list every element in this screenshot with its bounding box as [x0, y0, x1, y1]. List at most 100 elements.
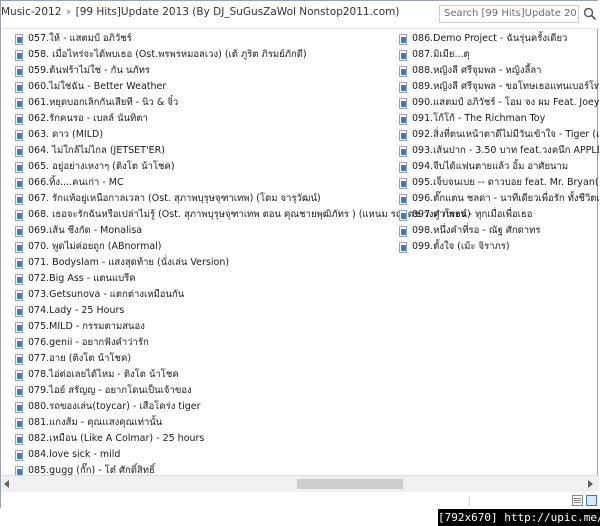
audio-file-icon — [15, 209, 24, 221]
file-name: 086.Demo Project - ฉันรุ่นครั้งเดียว — [412, 33, 568, 44]
file-item[interactable]: 072.Big Ass - แตนแบรีค — [15, 271, 136, 287]
file-item[interactable]: 065. อยู่อย่างเหงาๆ (ติงโต น้าโชค) — [15, 159, 175, 175]
file-item[interactable]: 062.รักคนรอ - เบลล์ นันทิตา — [15, 111, 148, 127]
audio-file-icon — [15, 193, 24, 205]
scroll-left-arrow-icon[interactable] — [4, 480, 9, 488]
search-input[interactable]: Search [99 Hits]Update 2013 (By DJ_SuGus… — [439, 5, 579, 23]
status-bar — [1, 492, 599, 509]
audio-file-icon — [15, 129, 24, 141]
file-item[interactable]: 094.จีบได้แฟนตายแล้ว อิ้ม อาศัยนาม — [399, 159, 568, 175]
file-name: 097.ตู๋ ภพธร - ทุกเมื่อเพื่อเธอ — [412, 209, 533, 220]
scroll-right-arrow-icon[interactable] — [588, 480, 593, 488]
file-item[interactable]: 087.มิเมีย...ตุ — [399, 47, 470, 63]
file-item[interactable]: 081.แกงส้ม - คุณเเสงคุณเท่านั้น — [15, 415, 162, 431]
file-item[interactable]: 082.เหมือน (Like A Colmar) - 25 hours — [15, 431, 204, 447]
audio-file-icon — [399, 97, 408, 109]
file-item[interactable]: 059.ต้นฟร้าไม่ใช่ - กัน นภัทร — [15, 63, 150, 79]
file-item[interactable]: 088.หญิงลี ศรีจุมพล - หญิงลี้ลา — [399, 63, 541, 79]
file-name: 060.ไม่ใช่ฉัน - Better Weather — [28, 81, 167, 92]
audio-file-icon — [15, 273, 24, 285]
file-item[interactable]: 091.โก้โก้ - The Richman Toy — [399, 111, 545, 127]
file-item[interactable]: 089.หญิงลี ศรีจุมพล - ขอโทษเธอแทนเบอร์โท… — [399, 79, 599, 95]
audio-file-icon — [15, 97, 24, 109]
file-item[interactable]: 058. เมื่อไหร่จะได้พบเธอ (Ost.พรพรหมอลเว… — [15, 47, 307, 63]
audio-file-icon — [399, 49, 408, 61]
audio-file-icon — [15, 65, 24, 77]
breadcrumb-item-music-2012[interactable]: Music-2012 — [1, 6, 61, 18]
large-icons-view-icon[interactable] — [586, 495, 597, 506]
audio-file-icon — [15, 161, 24, 173]
horizontal-scrollbar[interactable] — [1, 475, 599, 493]
search-icon[interactable] — [583, 7, 597, 21]
scrollbar-thumb[interactable] — [297, 479, 403, 489]
file-item[interactable]: 063. ดาว (MILD) — [15, 127, 103, 143]
audio-file-icon — [399, 225, 408, 237]
file-item[interactable]: 064. ไม่ใกล้ไม่ไกล (JETSET'ER) — [15, 143, 165, 159]
file-item[interactable]: 093.เส้นปาก - 3.50 บาท feat.วงคนึก APPLE… — [399, 143, 599, 159]
file-name: 063. ดาว (MILD) — [28, 129, 104, 140]
file-name: 066.ทิ้ง....คนเก่า - MC — [28, 177, 124, 188]
status-divider — [469, 496, 470, 506]
file-item[interactable]: 060.ไม่ใช่ฉัน - Better Weather — [15, 79, 166, 95]
file-item[interactable]: 098.หนึ่งคำที่รอ - ณัฐ ศักดาทร — [399, 223, 541, 239]
audio-file-icon — [15, 49, 24, 61]
file-item[interactable]: 095.เจ็บจนเบย -- ดาวบอย feat. Mr. Bryan(… — [399, 175, 599, 191]
file-name: 092.สิ่งที่ตนเหน้าตาดีไม่มีวันเข้าใจ - T… — [412, 129, 599, 140]
audio-file-icon — [15, 433, 24, 445]
file-name: 091.โก้โก้ - The Richman Toy — [412, 113, 546, 124]
file-item[interactable]: 092.สิ่งที่ตนเหน้าตาดีไม่มีวันเข้าใจ - T… — [399, 127, 599, 143]
file-item[interactable]: 080.รถของเล่น(toycar) - เสือโคร่ง tiger — [15, 399, 201, 415]
file-name: 082.เหมือน (Like A Colmar) - 25 hours — [28, 433, 205, 444]
file-name: 074.Lady - 25 Hours — [28, 305, 125, 316]
breadcrumb[interactable]: Music-2012 › [99 Hits]Update 2013 (By DJ_S… — [1, 6, 399, 18]
file-item[interactable]: 099.ตั้งใจ (เม้ะ จิราภร) — [399, 239, 510, 255]
file-item[interactable]: 066.ทิ้ง....คนเก่า - MC — [15, 175, 124, 191]
audio-file-icon — [15, 449, 24, 461]
audio-file-icon — [399, 209, 408, 221]
audio-file-icon — [15, 337, 24, 349]
audio-file-icon — [15, 385, 24, 397]
file-name: 065. อยู่อย่างเหงาๆ (ติงโต น้าโชค) — [28, 161, 175, 172]
file-name: 090.แสตมป์ อภิวัชร์ - โอม จง ผม Feat. Jo… — [412, 97, 599, 108]
file-name: 089.หญิงลี ศรีจุมพล - ขอโทษเธอแทนเบอร์โท… — [412, 81, 599, 92]
file-item[interactable]: 084.love sick - mild — [15, 447, 120, 463]
audio-file-icon — [399, 241, 408, 253]
file-item[interactable]: 057.ให้ - แสตมป์ อภิวัชร์ — [15, 31, 132, 47]
explorer-window: Music-2012 › [99 Hits]Update 2013 (By DJ_S… — [0, 0, 599, 509]
details-view-icon[interactable] — [572, 495, 583, 506]
file-name: 061.หยุดบอกเลิกกันเสียที - นิว & จิ๋ว — [28, 97, 179, 108]
file-item[interactable]: 096.ตั๊กแตน ชลดา - นาทีเดียวเพื่อรัก ทั้… — [399, 191, 599, 207]
file-item[interactable]: 070. พูดไม่ค่อยถูก (ABnormal) — [15, 239, 162, 255]
file-item[interactable]: 086.Demo Project - ฉันรุ่นครั้งเดียว — [399, 31, 567, 47]
file-item[interactable]: 069.เส้น ชีงกัด - Monalisa — [15, 223, 142, 239]
file-name: 099.ตั้งใจ (เม้ะ จิราภร) — [412, 241, 510, 252]
file-item[interactable]: 073.Getsunova - แตกต่างเหมือนกัน — [15, 287, 184, 303]
file-name: 095.เจ็บจนเบย -- ดาวบอย feat. Mr. Bryan(… — [412, 177, 599, 188]
file-name: 096.ตั๊กแตน ชลดา - นาทีเดียวเพื่อรัก ทั้… — [412, 193, 599, 204]
file-item[interactable]: 071. Bodyslam - แสงสุดท้าย (นั่งเล่น Ver… — [15, 255, 229, 271]
file-name: 059.ต้นฟร้าไม่ใช่ - กัน นภัทร — [28, 65, 150, 76]
file-item[interactable]: 090.แสตมป์ อภิวัชร์ - โอม จง ผม Feat. Jo… — [399, 95, 599, 111]
file-name: 067. รักแท้อยู่เหนือกาลเวลา (Ost. สุภาพบ… — [28, 193, 321, 204]
file-name: 070. พูดไม่ค่อยถูก (ABnormal) — [28, 241, 162, 252]
audio-file-icon — [15, 145, 24, 157]
breadcrumb-item-current-folder[interactable]: [99 Hits]Update 2013 (By DJ_SuGusZaWol N… — [76, 6, 400, 18]
audio-file-icon — [399, 113, 408, 125]
file-name: 057.ให้ - แสตมป์ อภิวัชร์ — [28, 33, 132, 44]
file-item[interactable]: 067. รักแท้อยู่เหนือกาลเวลา (Ost. สุภาพบ… — [15, 191, 321, 207]
audio-file-icon — [15, 225, 24, 237]
file-item[interactable]: 078.ไอ่ต่อเลยได้ไหม - ติงโต น้าโชค — [15, 367, 179, 383]
audio-file-icon — [399, 161, 408, 173]
file-item[interactable]: 077.อาย (ติงโต น้าโชค) — [15, 351, 131, 367]
file-item[interactable]: 076.genii - อยากฟังคำว่ารัก — [15, 335, 149, 351]
file-name: 081.แกงส้ม - คุณเเสงคุณเท่านั้น — [28, 417, 163, 428]
file-item[interactable]: 061.หยุดบอกเลิกกันเสียที - นิว & จิ๋ว — [15, 95, 178, 111]
file-list[interactable]: 057.ให้ - แสตมป์ อภิวัชร์ 058. เมื่อไหร่จ… — [1, 29, 599, 476]
file-item[interactable]: 074.Lady - 25 Hours — [15, 303, 124, 319]
file-item[interactable]: 079.ไอย์ สรัญญ - อยากโดนเป็นเจ้าของ — [15, 383, 192, 399]
file-item[interactable]: 097.ตู๋ ภพธร - ทุกเมื่อเพื่อเธอ — [399, 207, 532, 223]
breadcrumb-separator: › — [66, 6, 71, 18]
watermark: [792x670] http://upic.me/ — [438, 509, 600, 526]
audio-file-icon — [15, 289, 24, 301]
file-item[interactable]: 075.MILD - กรรมตามสนอง — [15, 319, 145, 335]
